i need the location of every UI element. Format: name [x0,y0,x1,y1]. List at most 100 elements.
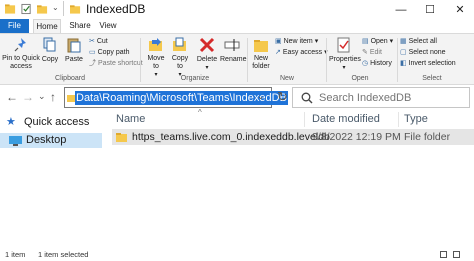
properties-label: Properties [329,56,361,63]
sort-arrow-icon: ^ [198,108,202,117]
properties-icon [337,37,350,53]
select-all-button[interactable]: ▦ Select all [400,37,437,46]
history-button[interactable]: ◷ History [362,59,392,68]
new-folder-icon [254,40,268,52]
paste-button[interactable]: Paste [62,37,86,64]
organize-group-label: Organize [180,75,210,82]
paste-shortcut-button[interactable]: ⤴ Paste shortcut [89,59,143,68]
rename-button[interactable]: Rename [220,37,246,64]
sidebar-item-quick-access[interactable]: ★ Quick access [0,115,102,130]
status-bar: 1 item 1 item selected [0,250,474,261]
search-box[interactable] [292,87,470,108]
copy-button[interactable]: Copy [40,37,60,64]
clipboard-group-label: Clipboard [55,75,85,82]
delete-x-icon [199,37,215,53]
paste-shortcut-icon: ⤴ [89,60,96,67]
easy-access-button[interactable]: ↗ Easy access ▾ [275,48,328,57]
customize-toolbar-icon[interactable]: ⌄ [52,3,59,12]
copy-path-button[interactable]: ▭ Copy path [89,48,130,57]
select-none-button[interactable]: ▢ Select none [400,48,446,57]
maximize-button[interactable]: ☐ [419,0,441,19]
up-arrow-icon[interactable]: ↑ [50,90,56,104]
paste-shortcut-label: Paste shortcut [97,60,143,67]
sidebar-item-desktop[interactable]: Desktop [0,133,102,148]
forward-arrow-icon[interactable]: → [22,90,34,104]
select-none-icon: ▢ [400,49,407,56]
easy-access-label: Easy access [282,49,323,56]
table-row[interactable]: https_teams.live.com_0.indexeddb.leveldb… [112,129,474,145]
address-bar[interactable]: Data\Roaming\Microsoft\Teams\IndexedDB ⌄ [64,87,288,108]
column-divider[interactable] [304,112,305,127]
tab-home[interactable]: Home [33,19,61,33]
select-all-icon: ▦ [400,38,407,45]
new-item-label: New item [283,38,313,45]
column-header-name[interactable]: Name [116,113,145,125]
column-divider[interactable] [398,112,399,127]
search-icon [301,92,313,104]
tab-file[interactable]: File [0,19,29,33]
file-type: File folder [404,131,451,143]
recent-locations-icon[interactable]: ⌄ [38,91,46,102]
tab-share[interactable]: Share [67,19,93,33]
new-group-label: New [279,75,294,82]
edit-label: Edit [369,49,382,56]
select-group-label: Select [422,75,442,82]
navigation-pane: ★ Quick access Desktop [0,110,102,250]
column-header-date-modified[interactable]: Date modified [312,113,380,125]
ribbon-tabs: File Home Share View [0,19,474,33]
file-list: ^ Name Date modified Type https_teams.li… [108,108,474,250]
open-group-label: Open [351,75,369,82]
star-icon: ★ [6,116,16,128]
invert-selection-label: Invert selection [408,60,456,67]
close-button[interactable]: ✕ [449,0,471,19]
search-input[interactable] [319,90,467,105]
details-view-icon[interactable] [440,251,447,258]
edit-button[interactable]: ✎ Edit [362,48,382,57]
invert-selection-button[interactable]: ◧ Invert selection [400,59,456,68]
address-path[interactable]: Data\Roaming\Microsoft\Teams\IndexedDB [75,91,288,105]
paste-icon [67,38,81,53]
move-to-button[interactable]: Move to ▾ [145,37,167,79]
back-arrow-icon[interactable]: ← [6,90,18,104]
ribbon-separator [247,38,248,82]
copy-path-label: Copy path [97,49,130,56]
rename-icon [224,39,240,51]
minimize-button[interactable]: — [390,0,412,19]
folder-icon [5,4,16,14]
select-all-label: Select all [408,38,437,45]
open-button[interactable]: ▤ Open ▾ [362,37,393,46]
paste-label: Paste [65,56,83,63]
file-date-modified: 9/8/2022 12:19 PM [312,131,401,143]
large-icons-view-icon[interactable] [453,251,460,258]
column-header-type[interactable]: Type [404,113,428,125]
item-count: 1 item [5,250,26,259]
copy-to-button[interactable]: Copy to ▾ [169,37,191,79]
new-item-button[interactable]: ▣ New item ▾ [275,37,318,46]
cut-button[interactable]: ✂ Cut [89,37,108,46]
open-label: Open [370,38,388,45]
pin-label: Pin to Quick access [2,55,40,70]
address-folder-icon [67,95,75,102]
history-icon: ◷ [362,60,369,67]
copy-to-label: Copy to [171,55,189,70]
delete-label: Delete [196,56,218,63]
title-divider [63,1,64,16]
new-folder-button[interactable]: New folder [250,37,272,71]
cut-label: Cut [96,38,108,45]
title-bar: ⌄ IndexedDB — ☐ ✕ [0,0,474,19]
refresh-icon[interactable]: ↻ [277,89,288,105]
properties-check-icon[interactable] [21,3,32,15]
move-to-label: Move to [147,55,165,70]
sidebar-item-label: Quick access [24,116,90,128]
properties-button[interactable]: Properties ▾ [329,37,361,72]
pin-to-quick-access-button[interactable]: Pin to Quick access [2,37,40,71]
new-item-icon: ▣ [275,38,282,45]
delete-button[interactable]: Delete ▾ [195,37,219,72]
easy-access-icon: ↗ [275,49,281,56]
move-to-icon [149,38,162,51]
select-none-label: Select none [408,49,446,56]
copy-icon [43,37,56,52]
tab-view[interactable]: View [97,19,119,33]
new-folder-qa-icon[interactable] [37,3,48,15]
address-dropdown-icon[interactable]: ⌄ [257,91,265,102]
